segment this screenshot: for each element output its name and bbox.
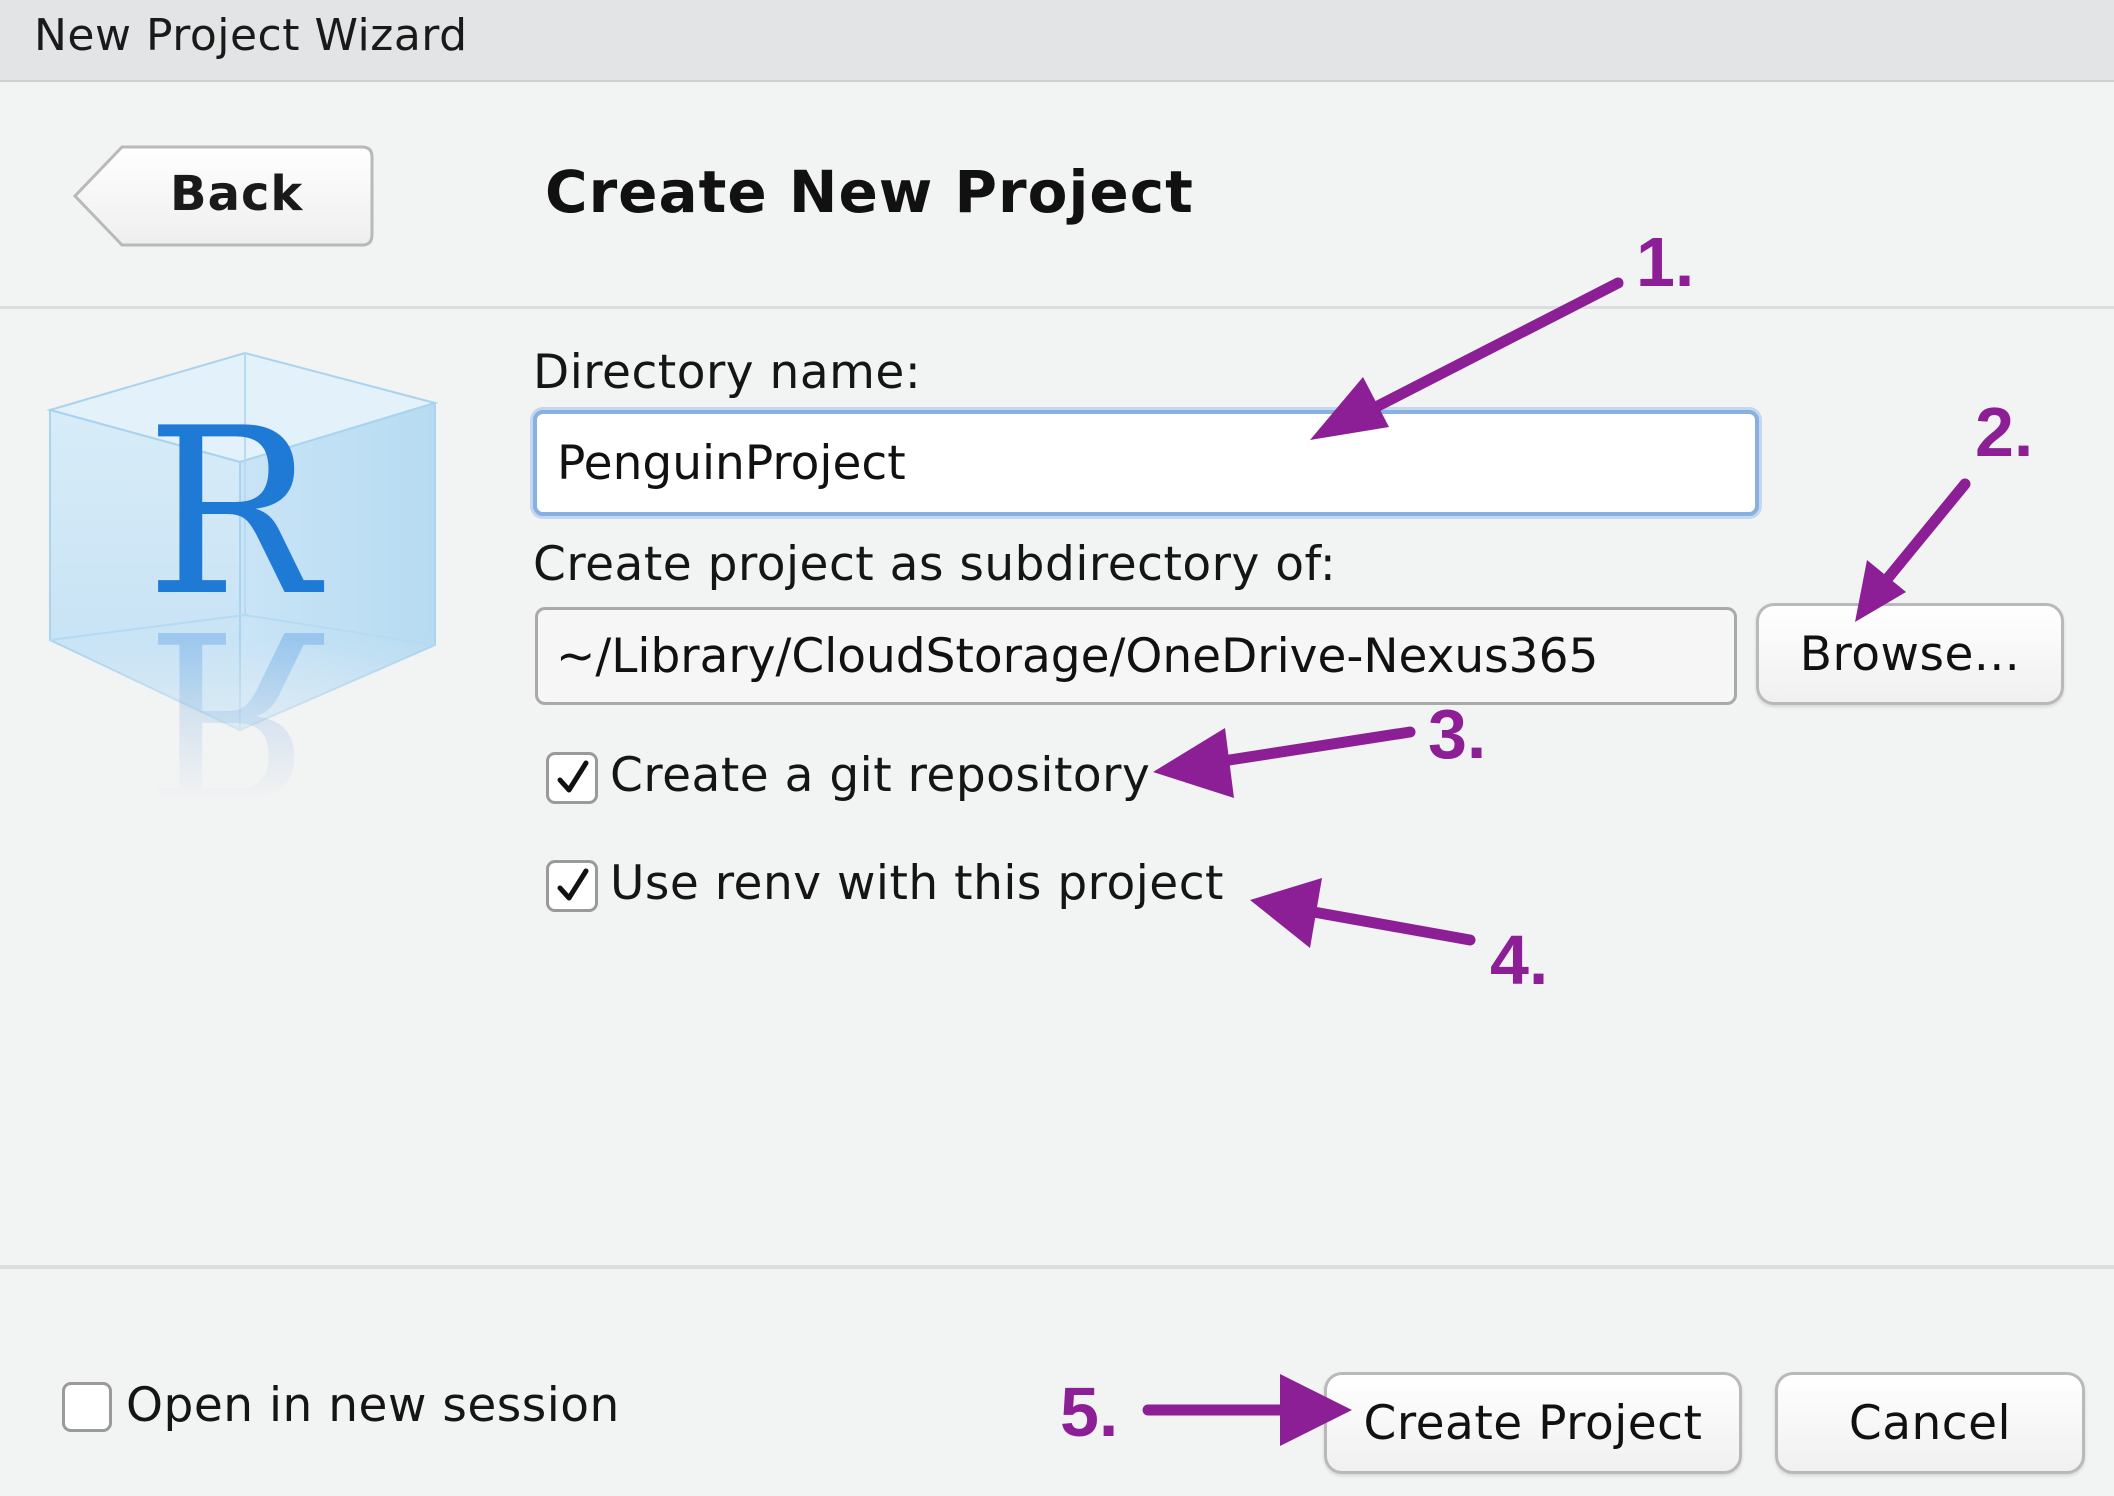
open-new-session-checkbox[interactable]: [62, 1382, 112, 1432]
git-repository-label: Create a git repository: [610, 748, 1151, 803]
browse-button[interactable]: Browse...: [1756, 603, 2064, 705]
back-button[interactable]: Back: [72, 144, 376, 248]
git-repository-checkbox[interactable]: [546, 752, 598, 804]
checkmark-icon: [557, 868, 589, 901]
parent-directory-field[interactable]: [535, 607, 1737, 705]
directory-name-label: Directory name:: [533, 345, 922, 400]
annotation-step-4: 4.: [1490, 921, 1549, 999]
cancel-button[interactable]: Cancel: [1775, 1372, 2085, 1474]
renv-label: Use renv with this project: [610, 856, 1224, 911]
window-titlebar: New Project Wizard: [0, 0, 2114, 82]
parent-directory-label: Create project as subdirectory of:: [533, 537, 1337, 592]
annotation-arrow-3: [1204, 726, 1416, 769]
annotation-arrowhead-4: [1250, 878, 1322, 948]
annotation-arrow-1: [1364, 277, 1624, 416]
r-logo-icon: R R: [40, 340, 450, 845]
page-title: Create New Project: [545, 158, 1194, 226]
checkmark-icon: [557, 760, 589, 793]
header-divider: [0, 306, 2114, 309]
annotation-step-1: 1.: [1636, 223, 1695, 301]
annotation-step-2: 2.: [1975, 393, 2034, 471]
window-title: New Project Wizard: [34, 10, 468, 61]
annotation-arrow-4: [1302, 905, 1476, 946]
renv-checkbox[interactable]: [546, 860, 598, 912]
new-project-wizard-window: New Project Wizard Back Create New Proje…: [0, 0, 2114, 1496]
footer-divider: [0, 1265, 2114, 1269]
annotation-arrowhead-3: [1153, 728, 1234, 798]
annotation-arrow-2: [1882, 478, 1971, 584]
annotation-step-3: 3.: [1428, 695, 1487, 773]
back-button-label: Back: [170, 166, 304, 222]
directory-name-input[interactable]: [533, 410, 1759, 516]
create-project-button[interactable]: Create Project: [1324, 1372, 1742, 1474]
annotation-step-5: 5.: [1060, 1373, 1119, 1451]
open-new-session-label: Open in new session: [126, 1378, 620, 1433]
